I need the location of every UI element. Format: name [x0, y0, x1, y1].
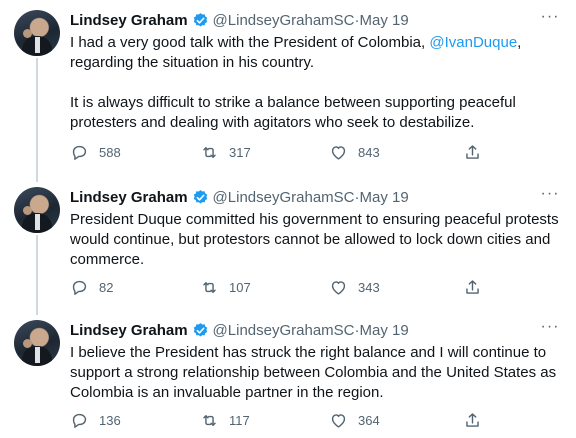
like-button[interactable]: 343 [329, 276, 380, 298]
author-name[interactable]: Lindsey Graham [70, 322, 188, 339]
reply-icon [72, 280, 87, 295]
retweet-icon [203, 281, 216, 293]
like-count: 364 [358, 412, 380, 428]
tweet-actions: 82 107 343 [0, 276, 576, 298]
tweet-text: I believe the President has struck the r… [70, 344, 557, 401]
avatar[interactable] [14, 320, 60, 366]
author-name[interactable]: Lindsey Graham [70, 12, 188, 29]
tweet-header: Lindsey Graham @LindseyGrahamSC · May 19 [70, 9, 409, 31]
reply-button[interactable]: 136 [70, 409, 121, 431]
retweet-icon [203, 146, 216, 158]
reply-count: 136 [99, 412, 121, 428]
retweet-icon [203, 414, 216, 426]
verified-badge-icon [193, 12, 207, 27]
share-icon [466, 412, 479, 427]
tweet-date[interactable]: May 19 [360, 12, 409, 29]
retweet-count: 317 [229, 144, 251, 160]
more-icon[interactable]: ··· [540, 9, 560, 28]
like-count: 843 [358, 144, 380, 160]
tweet-text-part: I had a very good talk with the Presiden… [70, 34, 430, 51]
author-handle[interactable]: @LindseyGrahamSC [213, 322, 355, 339]
retweet-count: 117 [229, 412, 250, 428]
share-icon [466, 144, 479, 159]
verified-badge-icon [193, 189, 207, 204]
avatar[interactable] [14, 10, 60, 56]
retweet-button[interactable]: 317 [200, 141, 251, 163]
more-icon[interactable]: ··· [540, 186, 560, 205]
author-handle[interactable]: @LindseyGrahamSC [213, 189, 355, 206]
share-button[interactable] [463, 409, 482, 431]
tweet-header: Lindsey Graham @LindseyGrahamSC · May 19 [70, 186, 409, 208]
tweet-date[interactable]: May 19 [360, 322, 409, 339]
like-icon [331, 145, 346, 160]
reply-icon [72, 413, 87, 428]
mention-link[interactable]: @IvanDuque [429, 34, 517, 51]
like-button[interactable]: 364 [329, 409, 380, 431]
author-name[interactable]: Lindsey Graham [70, 189, 188, 206]
tweet-date[interactable]: May 19 [360, 189, 409, 206]
reply-button[interactable]: 588 [70, 141, 121, 163]
tweet-paragraph: It is always difficult to strike a balan… [70, 94, 516, 131]
reply-count: 588 [99, 144, 121, 160]
retweet-button[interactable]: 107 [200, 276, 251, 298]
share-button[interactable] [463, 141, 482, 163]
tweet-text-part: , [517, 34, 522, 51]
thread-line [36, 235, 38, 315]
more-icon[interactable]: ··· [540, 319, 560, 338]
like-count: 343 [358, 279, 380, 295]
like-icon [331, 413, 346, 428]
reply-icon [72, 145, 87, 160]
avatar[interactable] [14, 187, 60, 233]
share-button[interactable] [463, 276, 482, 298]
reply-button[interactable]: 82 [70, 276, 113, 298]
tweet-actions: 136 117 364 [0, 409, 576, 431]
thread-line [36, 58, 38, 182]
verified-badge-icon [193, 322, 207, 337]
like-icon [331, 280, 346, 295]
share-icon [466, 279, 479, 294]
tweet-text: I had a very good talk with the Presiden… [70, 33, 560, 133]
tweet-header: Lindsey Graham @LindseyGrahamSC · May 19 [70, 319, 409, 341]
retweet-count: 107 [229, 279, 251, 295]
tweet-actions: 588 317 843 [0, 141, 576, 163]
like-button[interactable]: 843 [329, 141, 380, 163]
author-handle[interactable]: @LindseyGrahamSC [213, 12, 355, 29]
retweet-button[interactable]: 117 [200, 409, 250, 431]
tweet-text-part: regarding the situation in his country. [70, 54, 315, 71]
tweet-text: President Duque committed his government… [70, 211, 559, 268]
reply-count: 82 [99, 279, 114, 295]
